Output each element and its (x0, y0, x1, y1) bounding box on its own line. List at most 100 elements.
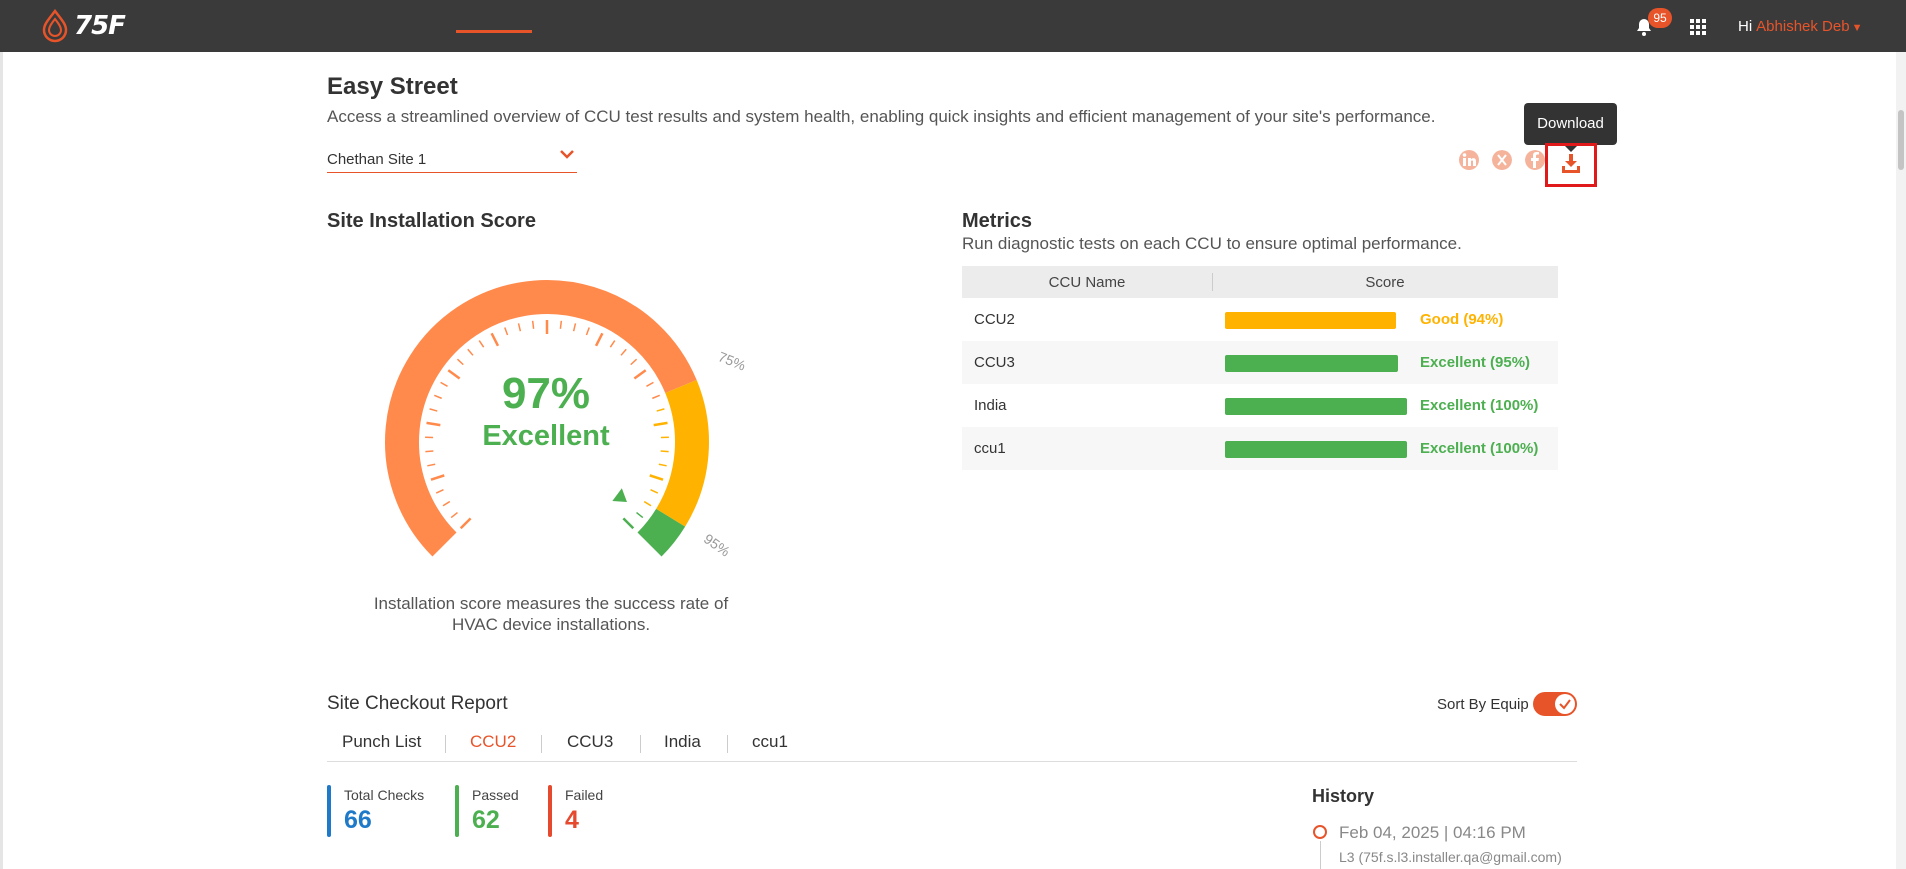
score-status: Excellent (100%) (1420, 440, 1539, 457)
total-checks-label: Total Checks (344, 787, 425, 803)
x-twitter-icon[interactable] (1492, 150, 1512, 170)
site-select-value: Chethan Site 1 (327, 151, 427, 168)
chevron-down-icon: ▼ (1851, 22, 1863, 34)
score-label: Excellent (482, 420, 610, 452)
gauge-tick (630, 358, 638, 366)
gauge-tick (442, 500, 451, 507)
ccu-name: CCU2 (974, 311, 1015, 328)
scrollbar-thumb[interactable] (1898, 110, 1904, 170)
tab-ccu2[interactable]: CCU2 (470, 732, 516, 752)
chevron-down-icon (560, 150, 574, 159)
notification-badge: 95 (1648, 8, 1672, 28)
col-score: Score (1365, 274, 1405, 291)
ccu-name: CCU3 (974, 354, 1015, 371)
apps-grid-icon[interactable] (1690, 19, 1706, 35)
metrics-title: Metrics (962, 210, 1033, 232)
gauge-tick (636, 511, 644, 519)
gauge-tick (658, 463, 667, 467)
check-icon (1559, 699, 1571, 710)
page-title: Easy Street (327, 73, 458, 100)
logo-text: 75F (74, 11, 126, 41)
score-readout: 97% Excellent (406, 370, 686, 454)
score-bar (1225, 398, 1407, 415)
gauge-tick (467, 348, 474, 356)
sort-by-equip-toggle[interactable] (1533, 692, 1577, 716)
tab-punch-list[interactable]: Punch List (342, 732, 421, 752)
metrics-row: CCU2 Good (94%) (962, 298, 1558, 341)
failed-value: 4 (565, 806, 579, 834)
download-tooltip: Download (1524, 103, 1617, 152)
download-icon (1562, 154, 1580, 173)
score-bar (1225, 441, 1407, 458)
site-select[interactable]: Chethan Site 1 (327, 148, 577, 173)
gauge-tick (559, 320, 563, 329)
left-edge (0, 52, 3, 869)
gauge-tick (531, 320, 535, 329)
history-date: Feb 04, 2025 | 04:16 PM (1339, 823, 1526, 842)
tab-ccu3[interactable]: CCU3 (567, 732, 613, 752)
download-button[interactable] (1545, 143, 1597, 187)
gauge-tick (430, 474, 445, 481)
ccu-name: ccu1 (974, 440, 1006, 457)
score-percent: 97% (501, 369, 591, 418)
scrollbar[interactable] (1896, 52, 1906, 869)
metrics-subtitle: Run diagnostic tests on each CCU to ensu… (962, 234, 1462, 253)
failed-label: Failed (565, 787, 604, 803)
score-status: Excellent (100%) (1420, 397, 1539, 414)
gauge-tick (504, 327, 509, 336)
failed-accent (548, 785, 552, 837)
history-title: History (1312, 786, 1375, 806)
metrics-table: CCU Name Score CCU2 Good (94%) CCU3 Excelle… (962, 266, 1558, 470)
gauge-tick (490, 332, 500, 347)
active-tab-underline (456, 30, 532, 33)
toggle-knob (1555, 694, 1575, 714)
metrics-row: CCU3 Excellent (95%) (962, 341, 1558, 384)
tab-divider (445, 735, 446, 753)
metrics-row: India Excellent (100%) (962, 384, 1558, 427)
metrics-row: ccu1 Excellent (100%) (962, 427, 1558, 470)
ccu-name: India (974, 397, 1007, 414)
total-checks-value: 66 (344, 806, 372, 834)
gauge-tick (478, 340, 485, 348)
score-bar (1225, 355, 1398, 372)
passed-label: Passed (472, 787, 519, 803)
total-checks-accent (327, 785, 331, 837)
score-description: Installation score measures the success … (373, 594, 729, 634)
gauge-pointer (612, 488, 627, 503)
score-status: Excellent (95%) (1420, 354, 1531, 371)
gauge-tick (620, 348, 627, 356)
tab-india[interactable]: India (664, 732, 701, 752)
checkout-report-title: Site Checkout Report (327, 693, 508, 714)
tab-divider (541, 735, 542, 753)
history-user: L3 (75f.s.l3.installer.qa@gmail.com) (1339, 849, 1562, 865)
passed-card: Passed 62 (455, 785, 519, 837)
sort-by-equip-label: Sort By Equip (1437, 696, 1529, 713)
gauge-tick (649, 474, 664, 481)
logo[interactable]: 75F (40, 8, 135, 43)
col-ccu-name: CCU Name (1048, 274, 1126, 291)
gauge-tick (622, 517, 635, 530)
gauge-tick (435, 489, 444, 494)
tab-ccu1[interactable]: ccu1 (752, 732, 788, 752)
score-status: Good (94%) (1420, 311, 1504, 328)
history-timeline (1320, 841, 1321, 869)
gauge-tick (609, 340, 616, 348)
user-name: Abhishek Deb (1756, 18, 1850, 35)
installation-score-title: Site Installation Score (327, 210, 536, 232)
history-dot-icon (1313, 825, 1327, 839)
gauge-tick (456, 358, 464, 366)
passed-accent (455, 785, 459, 837)
linkedin-icon[interactable] (1459, 150, 1479, 170)
user-menu[interactable]: Hi Abhishek Deb ▼ (1738, 18, 1862, 35)
gauge-tick (650, 489, 659, 494)
score-bar (1225, 312, 1396, 329)
gauge-tick (594, 332, 604, 347)
facebook-icon[interactable] (1525, 150, 1545, 170)
gauge-band-green (637, 508, 686, 557)
logo-drop-icon (42, 8, 68, 43)
checkout-tabs: Punch List CCU2 CCU3 India ccu1 (327, 727, 1577, 762)
passed-value: 62 (472, 806, 500, 834)
metrics-table-header: CCU Name Score (962, 266, 1558, 298)
total-checks-card: Total Checks 66 (327, 785, 424, 837)
greeting-text: Hi (1738, 18, 1753, 35)
